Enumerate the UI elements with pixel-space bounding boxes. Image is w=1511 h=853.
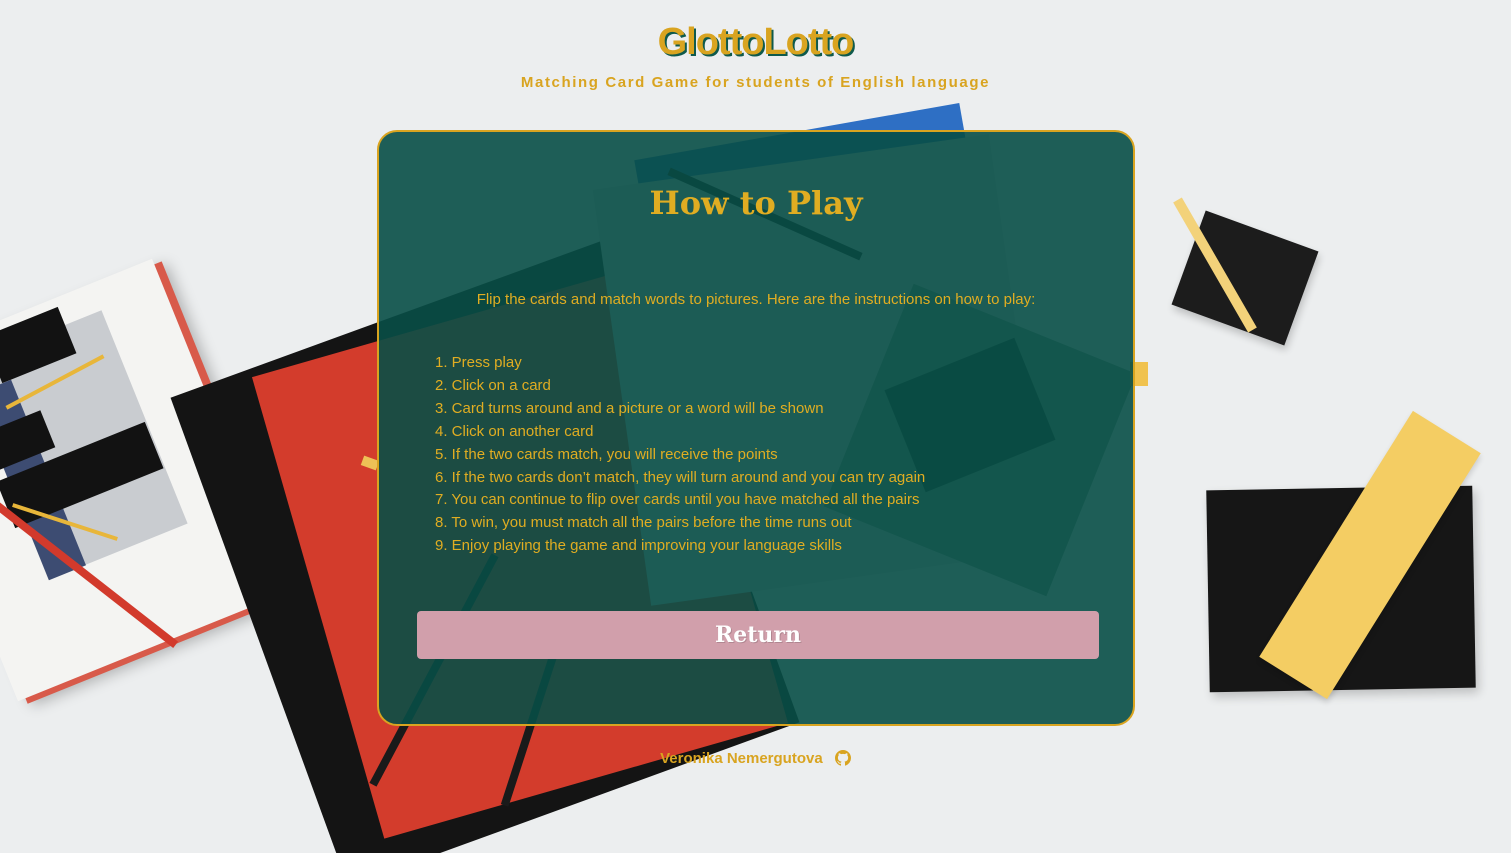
github-icon <box>834 750 851 766</box>
instruction-step: 2. Click on a card <box>435 376 551 394</box>
instruction-step: 6. If the two cards don’t match, they wi… <box>435 468 926 486</box>
page-footer: Veronika Nemergutova <box>0 750 1511 767</box>
instruction-step: 3. Card turns around and a picture or a … <box>435 399 824 417</box>
app-title: GlottoLotto <box>657 21 855 63</box>
instruction-step: 1. Press play <box>435 354 522 371</box>
app-subtitle: Matching Card Game for students of Engli… <box>520 74 991 91</box>
author-name: Veronika Nemergutova <box>660 750 823 767</box>
author-link[interactable]: Veronika Nemergutova <box>660 750 851 767</box>
panel-intro: Flip the cards and match words to pictur… <box>476 291 1036 308</box>
instruction-step: 8. To win, you must match all the pairs … <box>435 514 852 532</box>
instruction-step: 7. You can continue to flip over cards u… <box>435 491 920 509</box>
how-to-play-panel: How to Play Flip the cards and match wor… <box>377 130 1135 726</box>
instruction-step: 4. Click on another card <box>435 422 594 440</box>
page-header: GlottoLotto Matching Card Game for stude… <box>0 18 1511 91</box>
instruction-step: 5. If the two cards match, you will rece… <box>435 445 778 463</box>
return-button[interactable]: Return <box>417 611 1099 659</box>
panel-title: How to Play <box>649 184 863 222</box>
instruction-step: 9. Enjoy playing the game and improving … <box>435 537 842 555</box>
instruction-list: 1. Press play 2. Click on a card 3. Card… <box>435 352 925 558</box>
